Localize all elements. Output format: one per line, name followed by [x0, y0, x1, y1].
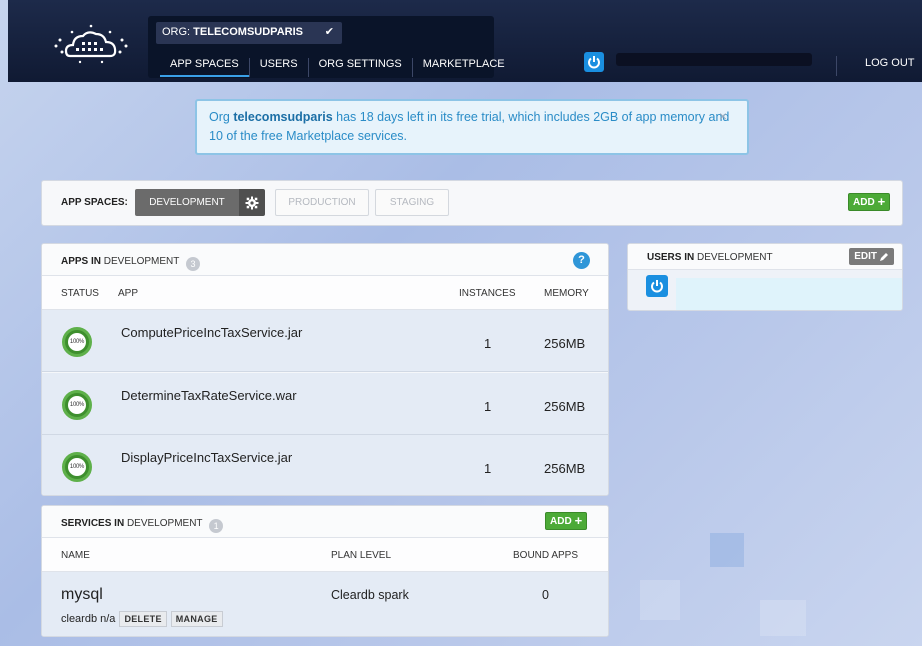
table-row[interactable]: 100% DisplayPriceIncTaxService.jar 1 256…	[42, 435, 608, 495]
col-name: NAME	[61, 550, 90, 561]
apps-panel-header: APPS IN DEVELOPMENT 3 ?	[42, 244, 608, 276]
nav-marketplace[interactable]: MARKETPLACE	[411, 58, 515, 77]
app-instances: 1	[484, 399, 492, 414]
nav-app-spaces[interactable]: APP SPACES	[160, 58, 249, 77]
status-percent: 100%	[68, 458, 86, 476]
apps-count-badge: 3	[185, 257, 200, 271]
background-decoration	[710, 533, 744, 567]
status-percent: 100%	[68, 396, 86, 414]
nav-org-settings[interactable]: ORG SETTINGS	[307, 58, 412, 77]
notice-org: telecomsudparis	[233, 110, 333, 124]
add-space-label: ADD	[853, 196, 875, 208]
main-nav: APP SPACES USERS ORG SETTINGS MARKETPLAC…	[160, 58, 515, 77]
plus-icon: +	[877, 194, 886, 209]
org-name: TELECOMSUDPARIS	[193, 26, 303, 38]
background-decoration	[640, 580, 680, 620]
apps-title-rest: DEVELOPMENT	[101, 256, 180, 267]
plus-icon: +	[574, 513, 583, 528]
trial-notice: Org telecomsudparis has 18 days left in …	[195, 99, 749, 155]
status-ring: 100%	[62, 390, 92, 420]
services-title-rest: DEVELOPMENT	[124, 518, 203, 529]
space-production-button[interactable]: PRODUCTION	[275, 189, 369, 216]
top-nav-bar: ORG: TELECOMSUDPARIS ✔ APP SPACES USERS …	[8, 0, 922, 82]
add-service-button[interactable]: ADD +	[545, 512, 588, 530]
app-memory: 256MB	[544, 336, 586, 351]
app-name-link[interactable]: ComputePriceIncTaxService.jar	[121, 325, 302, 340]
col-bound-apps: BOUND APPS	[513, 550, 579, 561]
gear-icon[interactable]	[239, 189, 265, 216]
nav-users[interactable]: USERS	[248, 58, 308, 77]
service-plan: Cleardb spark	[331, 588, 409, 602]
chevron-down-icon: ✔	[324, 26, 334, 38]
add-space-button[interactable]: ADD +	[848, 193, 891, 211]
col-memory: MEMORY	[544, 288, 589, 299]
service-bound-apps: 0	[542, 588, 549, 602]
app-spaces-bar: APP SPACES: DEVELOPMENT PRODUCTION STAGI…	[41, 180, 903, 226]
pencil-icon	[880, 252, 888, 261]
org-prefix: ORG:	[162, 26, 194, 38]
services-table-header: NAME PLAN LEVEL BOUND APPS	[42, 538, 608, 572]
table-row[interactable]: 100% DetermineTaxRateService.war 1 256MB	[42, 373, 608, 435]
col-status: STATUS	[61, 288, 99, 299]
app-instances: 1	[484, 336, 492, 351]
users-title-rest: DEVELOPMENT	[694, 252, 773, 263]
service-sub: cleardb n/a DELETE MANAGE	[61, 611, 223, 627]
services-panel-header: SERVICES IN DEVELOPMENT 1 ADD +	[42, 506, 608, 538]
status-ring: 100%	[62, 327, 92, 357]
notice-prefix: Org	[209, 110, 234, 124]
manage-button[interactable]: MANAGE	[170, 611, 223, 627]
col-plan-level: PLAN LEVEL	[331, 550, 392, 561]
status-ring: 100%	[62, 452, 92, 482]
apps-panel: APPS IN DEVELOPMENT 3 ? STATUS APP INSTA…	[41, 243, 609, 496]
add-service-label: ADD	[550, 515, 572, 527]
apps-title-bold: APPS IN	[61, 256, 102, 267]
edit-label: EDIT	[854, 251, 877, 262]
service-provider: cleardb n/a	[61, 613, 116, 625]
app-instances: 1	[484, 461, 492, 476]
services-panel: SERVICES IN DEVELOPMENT 1 ADD + NAME PLAN…	[41, 505, 609, 637]
app-spaces-label: APP SPACES:	[61, 197, 128, 208]
app-name-link[interactable]: DisplayPriceIncTaxService.jar	[121, 450, 292, 465]
user-row-redacted	[676, 278, 902, 310]
apps-table-header: STATUS APP INSTANCES MEMORY	[42, 276, 608, 310]
table-row[interactable]: 100% ComputePriceIncTaxService.jar 1 256…	[42, 310, 608, 372]
delete-button[interactable]: DELETE	[119, 611, 167, 627]
power-icon[interactable]	[646, 275, 668, 297]
app-memory: 256MB	[544, 461, 586, 476]
status-percent: 100%	[68, 333, 86, 351]
users-panel-header: USERS IN DEVELOPMENT EDIT	[628, 244, 902, 270]
service-name: mysql	[61, 586, 103, 603]
help-icon[interactable]: ?	[573, 252, 590, 269]
edit-users-button[interactable]: EDIT	[849, 248, 894, 265]
app-memory: 256MB	[544, 399, 586, 414]
cloud-logo-icon[interactable]	[52, 22, 130, 68]
close-icon[interactable]: ×	[719, 107, 727, 126]
space-development-button[interactable]: DEVELOPMENT	[135, 189, 239, 216]
space-staging-button[interactable]: STAGING	[375, 189, 449, 216]
col-instances: INSTANCES	[459, 288, 516, 299]
org-panel: ORG: TELECOMSUDPARIS ✔ APP SPACES USERS …	[148, 16, 505, 78]
users-panel: USERS IN DEVELOPMENT EDIT	[627, 243, 903, 311]
services-count-badge: 1	[209, 519, 224, 533]
services-title-bold: SERVICES IN	[61, 518, 125, 529]
user-name-redacted	[616, 53, 812, 66]
col-app: APP	[118, 288, 139, 299]
org-selector[interactable]: ORG: TELECOMSUDPARIS ✔	[156, 22, 342, 44]
table-row: mysql cleardb n/a DELETE MANAGE Cleardb …	[42, 572, 608, 636]
app-name-link[interactable]: DetermineTaxRateService.war	[121, 388, 297, 403]
logout-link[interactable]: LOG OUT	[836, 56, 915, 76]
power-icon[interactable]	[584, 52, 604, 72]
background-decoration	[760, 600, 806, 636]
users-title-bold: USERS IN	[647, 252, 695, 263]
